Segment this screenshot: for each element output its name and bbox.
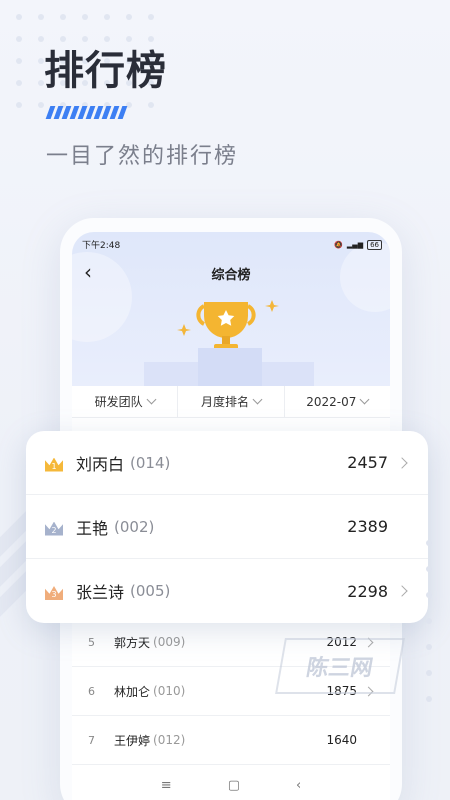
filter-month-label: 2022-07 [306,394,357,409]
member-code: (009) [153,635,186,649]
member-code: (012) [153,733,186,747]
member-code: (014) [130,453,171,472]
top-rank-row[interactable]: 1 刘丙白 (014) 2457 [26,431,428,495]
member-name: 王艳 [76,518,109,538]
promo-title: 排行榜 [44,48,167,94]
member-name: 王伊婷 [114,733,151,748]
member-name: 郭方天 [114,635,151,650]
back-icon[interactable]: ‹ [296,778,301,793]
filter-bar: 研发团队 月度排名 2022-07 [72,386,390,418]
top-rank-row[interactable]: 2 王艳 (002) 2389 [26,495,428,559]
member-code: (005) [130,582,171,600]
decorative-dots-right [418,540,442,730]
rank-number: 7 [88,733,95,747]
member-score: 2298 [347,581,388,601]
system-nav-bar: ≡ ▢ ‹ [72,772,390,798]
watermark-logo: 陈三网 [275,638,405,694]
member-score: 1640 [326,733,357,747]
member-name: 张兰诗 [76,583,125,602]
member-score: 2457 [347,453,388,472]
rank-number: 6 [88,684,95,698]
filter-month[interactable]: 2022-07 [285,386,390,417]
chevron-down-icon [359,394,370,405]
status-bar: 下午2:48 🔕 ▂▄▆ 66 [82,238,382,252]
promo-accent-stripes [45,106,128,119]
filter-team[interactable]: 研发团队 [72,386,179,417]
menu-icon[interactable]: ≡ [161,778,172,793]
list-item[interactable]: 7 王伊婷 (012) 1640 [72,716,390,765]
member-name: 刘丙白 [76,454,125,474]
filter-period[interactable]: 月度排名 [178,386,285,417]
mute-icon: 🔕 [334,241,343,249]
top-rank-row[interactable]: 3 张兰诗 (005) 2298 [26,559,428,623]
crown-medal-icon: 1 [44,454,64,472]
page-title: 综合榜 [211,268,251,283]
member-score: 2389 [347,517,388,536]
member-code: (002) [114,517,155,536]
chevron-right-icon [396,585,408,597]
chevron-down-icon [252,394,263,405]
member-code: (010) [153,684,186,698]
chevron-right-icon [396,456,408,469]
status-time: 下午2:48 [82,241,121,251]
status-icons: 🔕 ▂▄▆ 66 [334,238,382,252]
top-three-card: 1 刘丙白 (014) 2457 2 王艳 (002) 2389 3 张兰诗 (… [26,431,428,623]
battery-icon: 66 [367,240,382,250]
rank-number: 5 [88,635,95,649]
crown-medal-icon: 3 [44,582,64,600]
filter-period-label: 月度排名 [200,395,249,409]
filter-team-label: 研发团队 [94,395,143,409]
trophy-icon [177,300,279,350]
podium-graphic [144,348,314,388]
chevron-down-icon [146,394,157,405]
hero-banner: 下午2:48 🔕 ▂▄▆ 66 ‹ 综合榜 [72,232,390,388]
signal-icon: ▂▄▆ [346,241,364,249]
promo-subtitle: 一目了然的排行榜 [46,144,239,169]
member-name: 林加仑 [114,684,151,699]
crown-medal-icon: 2 [44,518,64,536]
home-icon[interactable]: ▢ [228,778,240,793]
